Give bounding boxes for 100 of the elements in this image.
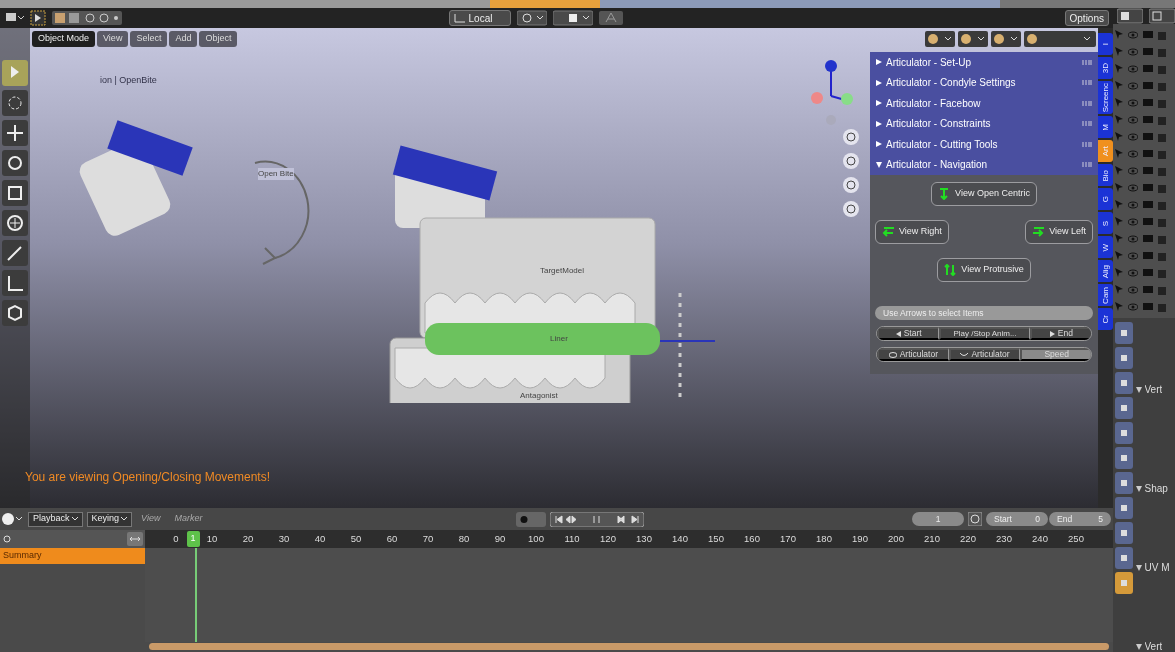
select-tool[interactable] bbox=[2, 60, 28, 86]
transform-tool[interactable] bbox=[2, 210, 28, 236]
side-tab[interactable]: I bbox=[1098, 33, 1113, 55]
shading-dropdown-icon[interactable] bbox=[958, 31, 988, 47]
eye-icon[interactable] bbox=[1128, 269, 1138, 277]
channel-row[interactable]: Summary bbox=[0, 548, 145, 564]
world-tab[interactable] bbox=[1115, 422, 1133, 444]
drag-handle-icon[interactable] bbox=[1082, 59, 1092, 65]
side-tab[interactable]: M bbox=[1098, 116, 1113, 139]
text-tool-icon[interactable] bbox=[598, 10, 623, 26]
snap-dropdown-icon[interactable] bbox=[552, 10, 593, 26]
panel-header[interactable]: Shap bbox=[1144, 481, 1168, 496]
orientation-dropdown[interactable]: Local bbox=[448, 10, 511, 26]
particles-tab[interactable] bbox=[1115, 522, 1133, 544]
side-tab[interactable]: Screenc bbox=[1098, 81, 1113, 115]
view-button[interactable]: View Right bbox=[875, 220, 949, 244]
cube-tool[interactable] bbox=[2, 300, 28, 326]
panel-header[interactable]: Vert bbox=[1144, 639, 1163, 652]
menu-item[interactable]: Add bbox=[169, 31, 198, 47]
side-tab[interactable]: 3D bbox=[1098, 57, 1113, 79]
swap-arrows-icon[interactable] bbox=[126, 532, 143, 546]
eye-icon[interactable] bbox=[1128, 116, 1138, 124]
panel-section-header[interactable]: Articulator - Condyle Settings bbox=[870, 72, 1098, 93]
scene-tab[interactable] bbox=[1115, 397, 1133, 419]
pivot-dropdown-icon[interactable] bbox=[516, 10, 547, 26]
move-tool[interactable] bbox=[2, 120, 28, 146]
menu-item[interactable]: Object bbox=[199, 31, 238, 47]
panel-section-header[interactable]: Articulator - Constraints bbox=[870, 113, 1098, 134]
drag-handle-icon[interactable] bbox=[1082, 121, 1092, 127]
menu-item[interactable]: Keying bbox=[86, 511, 133, 527]
eye-icon[interactable] bbox=[1128, 133, 1138, 141]
cursor-tool[interactable] bbox=[2, 90, 28, 116]
render-tab[interactable] bbox=[1115, 347, 1133, 369]
tool-tab[interactable] bbox=[1115, 322, 1133, 344]
output-tab[interactable] bbox=[1115, 372, 1133, 394]
display-mode-icon[interactable] bbox=[1149, 8, 1175, 24]
shading-modes-icon[interactable] bbox=[1024, 31, 1096, 47]
view-button[interactable]: View Protrusive bbox=[937, 258, 1031, 282]
eye-icon[interactable] bbox=[1128, 167, 1138, 175]
outliner-type-icon[interactable] bbox=[1117, 8, 1143, 24]
playback-button[interactable]: End bbox=[1029, 327, 1091, 340]
object-tab[interactable] bbox=[1115, 447, 1133, 469]
mode-dropdown[interactable]: Object Mode bbox=[32, 31, 96, 47]
menu-item[interactable]: Select bbox=[130, 31, 168, 47]
drag-handle-icon[interactable] bbox=[1082, 100, 1092, 106]
timeline-scrollbar[interactable] bbox=[149, 643, 1109, 650]
panel-header[interactable]: Vert bbox=[1144, 382, 1163, 397]
annotate-tool[interactable] bbox=[2, 240, 28, 266]
eye-icon[interactable] bbox=[1128, 252, 1138, 260]
menu-item[interactable]: View bbox=[97, 31, 129, 47]
eye-icon[interactable] bbox=[1128, 184, 1138, 192]
eye-icon[interactable] bbox=[1128, 150, 1138, 158]
clock-dropdown-icon[interactable] bbox=[2, 512, 24, 526]
physics-tab[interactable] bbox=[1115, 547, 1133, 569]
eye-icon[interactable] bbox=[1128, 286, 1138, 294]
eye-icon[interactable] bbox=[1128, 303, 1138, 311]
eye-icon[interactable] bbox=[1128, 48, 1138, 56]
panel-section-header[interactable]: Articulator - Set-Up bbox=[870, 52, 1098, 73]
wrench-tab[interactable] bbox=[1115, 472, 1133, 494]
eye-icon[interactable] bbox=[1128, 82, 1138, 90]
record-toggle-icon[interactable] bbox=[515, 511, 546, 527]
eye-icon[interactable] bbox=[1128, 31, 1138, 39]
playback-button[interactable]: Play /Stop Anim... bbox=[939, 327, 1030, 340]
shading-dropdown-icon[interactable] bbox=[991, 31, 1021, 47]
mode-buttons-icon[interactable] bbox=[52, 10, 122, 26]
articulator-button[interactable]: Articulator bbox=[948, 348, 1021, 361]
view-button[interactable]: View Left bbox=[1025, 220, 1093, 244]
stopwatch-icon[interactable] bbox=[968, 512, 982, 526]
panel-section-header[interactable]: Articulator - Cutting Tools bbox=[870, 134, 1098, 155]
drag-handle-icon[interactable] bbox=[1082, 80, 1092, 86]
side-tab[interactable]: W bbox=[1098, 236, 1113, 259]
side-tab[interactable]: Cam bbox=[1098, 284, 1113, 307]
side-tab[interactable]: Alig bbox=[1098, 260, 1113, 283]
drag-handle-icon[interactable] bbox=[1082, 162, 1092, 168]
scale-tool[interactable] bbox=[2, 180, 28, 206]
select-box-icon[interactable] bbox=[30, 10, 46, 26]
panel-header[interactable]: UV M bbox=[1144, 560, 1170, 575]
playback-button[interactable]: Start bbox=[877, 327, 940, 340]
transport-controls-icon[interactable] bbox=[549, 511, 644, 527]
eye-icon[interactable] bbox=[1128, 235, 1138, 243]
data-tab[interactable] bbox=[1115, 572, 1133, 594]
eye-icon[interactable] bbox=[1128, 99, 1138, 107]
panel-section-header[interactable]: Articulator - Facebow bbox=[870, 93, 1098, 114]
menu-item[interactable]: Playback bbox=[28, 511, 83, 527]
overlay-dropdown-icon[interactable] bbox=[925, 31, 955, 47]
panel-section-header[interactable]: Articulator - Navigation bbox=[870, 154, 1098, 175]
drag-handle-icon[interactable] bbox=[1082, 141, 1092, 147]
articulator-button[interactable]: Articulator bbox=[877, 348, 949, 361]
side-tab[interactable]: S bbox=[1098, 212, 1113, 235]
search-icon[interactable] bbox=[2, 535, 11, 543]
side-tab[interactable]: Bio bbox=[1098, 164, 1113, 187]
side-tab[interactable]: G bbox=[1098, 188, 1113, 211]
side-tab[interactable]: Cr bbox=[1098, 308, 1113, 331]
measure-tool[interactable] bbox=[2, 270, 28, 296]
options-dropdown[interactable]: Options bbox=[1064, 10, 1109, 26]
eye-icon[interactable] bbox=[1128, 201, 1138, 209]
constraint-tab[interactable] bbox=[1115, 497, 1133, 519]
view-button[interactable]: View Open Centric bbox=[931, 182, 1037, 206]
eye-icon[interactable] bbox=[1128, 65, 1138, 73]
eye-icon[interactable] bbox=[1128, 218, 1138, 226]
